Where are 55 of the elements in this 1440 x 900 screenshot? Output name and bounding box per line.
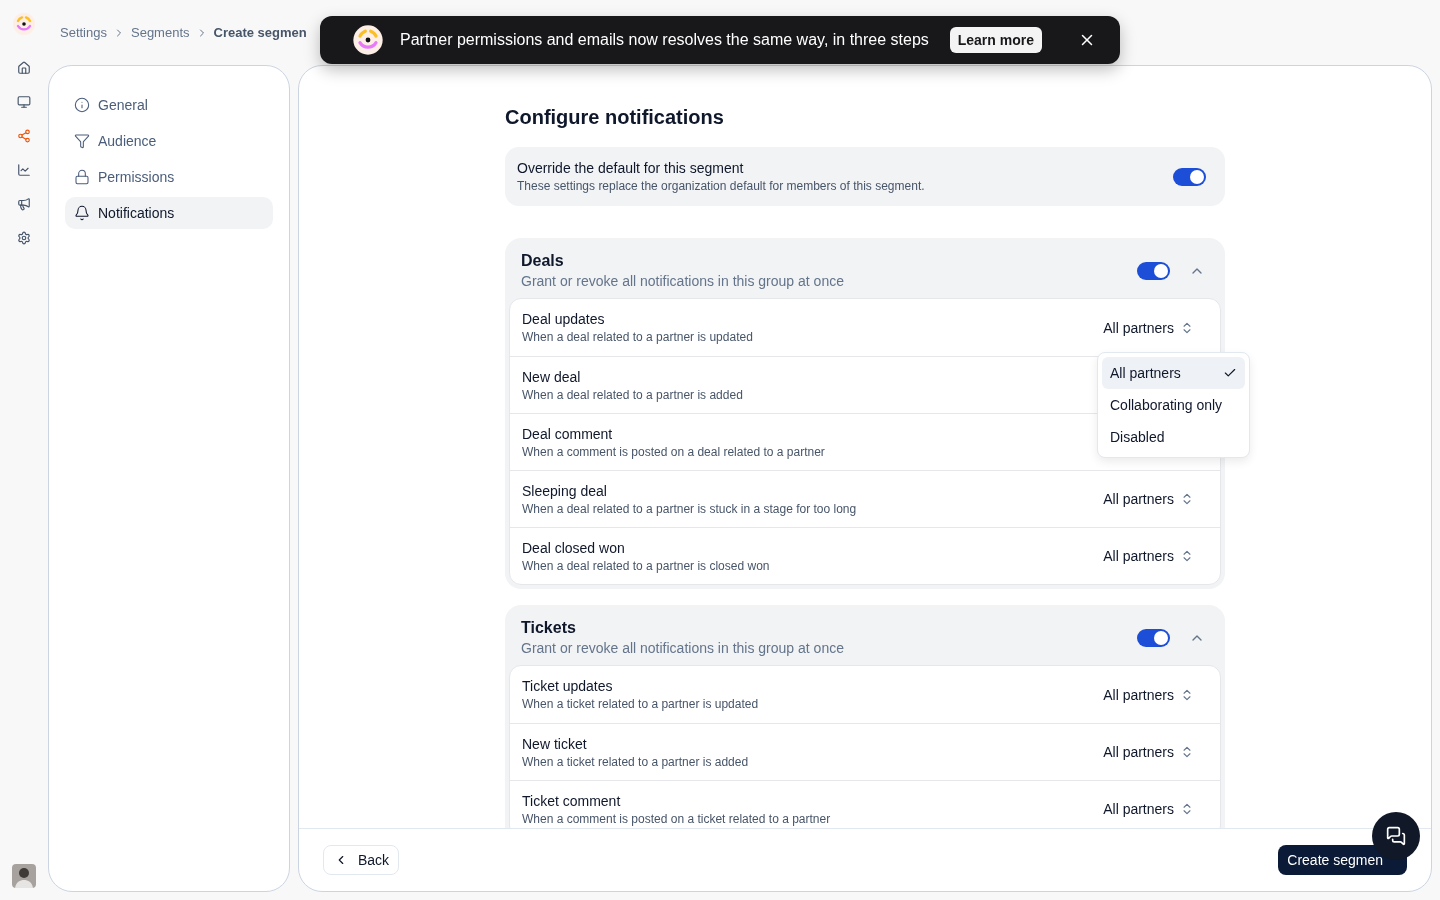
nav-item[interactable]: Audience <box>65 125 273 157</box>
notification-description: When a deal related to a partner is closed won <box>522 558 770 573</box>
group-description: Grant or revoke all notifications in this group at once <box>521 273 844 289</box>
create-segment-button[interactable]: Create segmen <box>1278 845 1407 875</box>
breadcrumb-link[interactable]: Settings <box>60 25 107 40</box>
check-icon <box>1223 366 1237 380</box>
notification-description: When a comment is posted on a deal related to a partner <box>522 444 825 459</box>
override-description: These settings replace the organization default for members of this segment. <box>517 179 925 193</box>
nav-item[interactable]: Permissions <box>65 161 273 193</box>
notification-title: Deal updates <box>522 311 605 327</box>
notification-title: Ticket updates <box>522 678 613 694</box>
notification-title: Deal closed won <box>522 539 625 556</box>
notification-title: New ticket <box>522 735 587 752</box>
breadcrumb-link[interactable]: Segments <box>131 25 190 40</box>
notification-description: When a comment is posted on a ticket related to a partner <box>522 811 831 826</box>
toggle-switch[interactable] <box>1173 167 1206 186</box>
audience-select[interactable]: All partners <box>1099 487 1198 511</box>
notification-description: When a deal related to a partner is added <box>522 387 743 402</box>
group-title: Tickets <box>521 619 576 637</box>
lock-icon <box>74 169 90 185</box>
notification-title: Sleeping deal <box>522 482 607 499</box>
breadcrumb-link[interactable]: Create segmen <box>213 25 307 40</box>
logo-icon <box>352 24 384 56</box>
toggle-switch[interactable] <box>1137 628 1170 647</box>
menu-option[interactable]: Disabled <box>1102 421 1245 453</box>
toggle-switch[interactable] <box>1137 261 1170 280</box>
menu-option[interactable]: All partners <box>1102 357 1245 389</box>
audience-select[interactable]: All partners <box>1099 315 1198 340</box>
notification-description: When a ticket related to a partner is updated <box>522 697 759 711</box>
notification-description: When a deal related to a partner is updated <box>522 330 753 344</box>
group-description: Grant or revoke all notifications in this group at once <box>521 640 844 656</box>
info-icon <box>74 97 90 113</box>
bell-icon <box>74 205 90 221</box>
nav-item[interactable]: Notifications <box>65 197 273 229</box>
learn-more-button[interactable]: Learn more <box>949 27 1042 53</box>
banner-text: Partner permissions and emails now resolves the same way, in three steps <box>400 31 930 49</box>
menu-option[interactable]: Collaborating only <box>1102 389 1245 421</box>
funnel-icon <box>74 133 90 149</box>
back-button[interactable]: Back <box>323 845 400 875</box>
logo-icon[interactable] <box>12 12 36 36</box>
chat-icon <box>1386 826 1406 846</box>
audience-select[interactable]: All partners <box>1099 740 1198 764</box>
notification-title: New deal <box>522 368 581 385</box>
notification-title: Ticket comment <box>522 792 621 809</box>
notification-title: Deal comment <box>522 425 613 442</box>
notification-description: When a deal related to a partner is stuck in a stage for too long <box>522 501 857 516</box>
nav-item[interactable]: General <box>65 89 273 121</box>
page-title: Configure notifications <box>505 106 725 129</box>
notification-description: When a ticket related to a partner is added <box>522 754 749 769</box>
avatar[interactable] <box>12 864 36 888</box>
audience-select[interactable]: All partners <box>1099 797 1198 821</box>
group-title: Deals <box>521 252 564 270</box>
override-title: Override the default for this segment <box>517 160 744 176</box>
audience-select[interactable]: All partners <box>1099 682 1198 707</box>
audience-select[interactable]: All partners <box>1099 544 1198 568</box>
